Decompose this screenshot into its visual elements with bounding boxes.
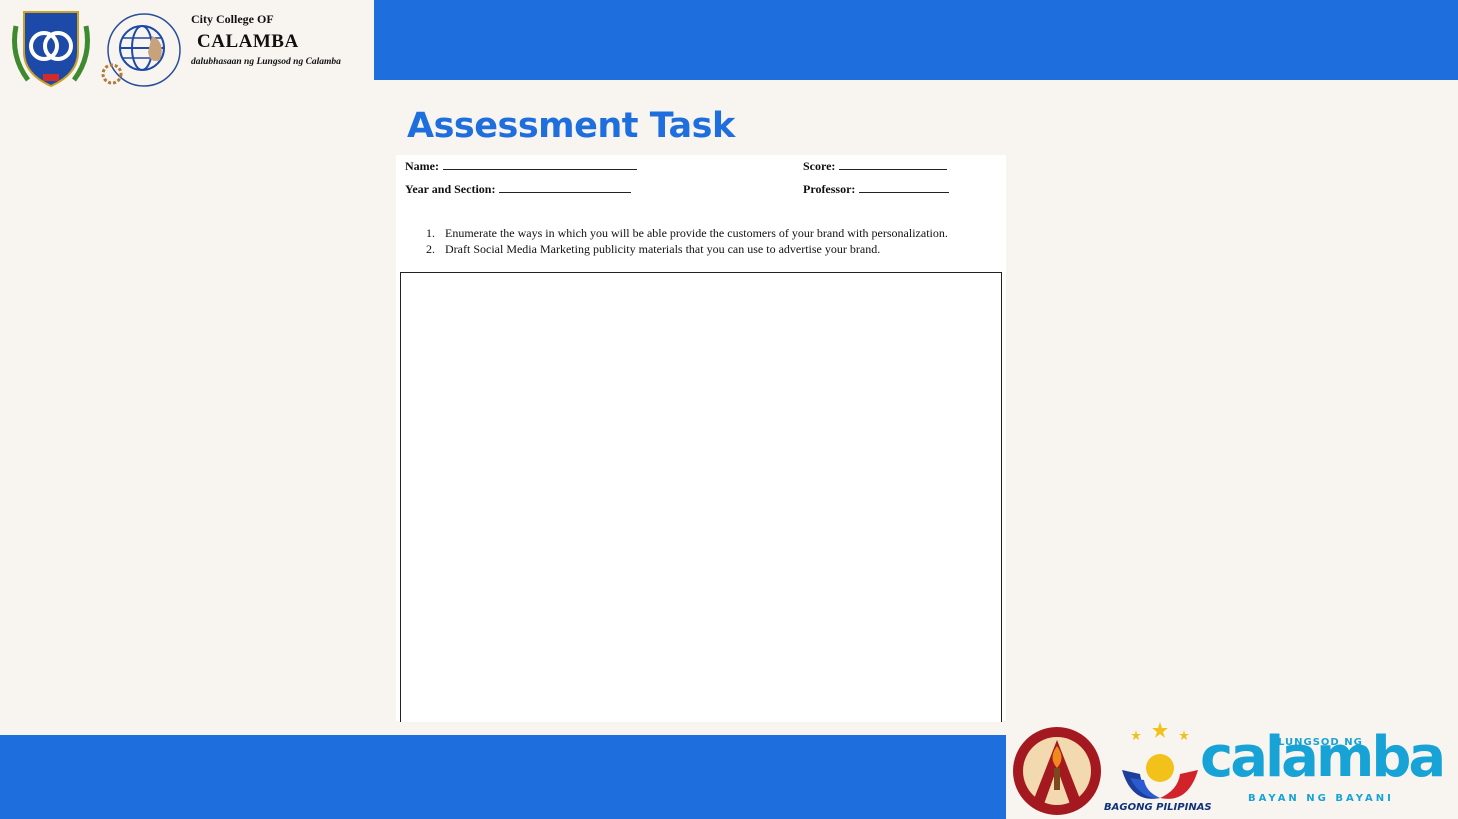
task-list: 1. Enumerate the ways in which you will b… <box>426 226 948 258</box>
bottom-banner-bar <box>0 735 1006 819</box>
professor-field: Professor: <box>803 182 950 197</box>
year-section-field: Year and Section: <box>405 182 632 197</box>
alcucoa-seal-logo <box>1013 727 1101 815</box>
name-blank-line <box>442 160 637 170</box>
college-tagline: dalubhasaan ng Lungsod ng Calamba <box>191 57 341 67</box>
task-number: 1. <box>426 226 435 240</box>
name-label: Name: <box>405 159 439 173</box>
task-text: Enumerate the ways in which you will be … <box>445 226 948 240</box>
bayan-ng-bayani-text: BAYAN NG BAYANI <box>1248 793 1394 804</box>
department-seal-logo <box>101 13 181 87</box>
calamba-wordmark: calamba <box>1200 725 1446 790</box>
name-field: Name: <box>405 159 637 174</box>
college-name-line2: CALAMBA <box>197 31 299 52</box>
task-item: 1. Enumerate the ways in which you will b… <box>426 226 948 241</box>
top-banner-bar <box>374 0 1458 80</box>
task-number: 2. <box>426 242 435 256</box>
college-name-line1: City College OF <box>191 12 274 26</box>
college-seal-logo <box>12 11 90 88</box>
task-item: 2. Draft Social Media Marketing publicity… <box>426 242 948 257</box>
slide-title: Assessment Task <box>407 106 735 146</box>
year-section-blank-line <box>499 183 632 193</box>
bagong-pilipinas-text: BAGONG PILIPINAS <box>1104 802 1212 813</box>
year-section-label: Year and Section: <box>405 182 496 196</box>
professor-blank-line <box>859 183 950 193</box>
score-field: Score: <box>803 159 948 174</box>
professor-label: Professor: <box>803 182 856 196</box>
task-text: Draft Social Media Marketing publicity m… <box>445 242 881 256</box>
footer-logos: BAGONG PILIPINAS LUNGSOD NG calamba BAYA… <box>1008 720 1458 819</box>
score-blank-line <box>839 160 948 170</box>
answer-box <box>400 272 1002 722</box>
college-header: City College OF CALAMBA dalubhasaan ng L… <box>0 0 374 92</box>
score-label: Score: <box>803 159 836 173</box>
assessment-document: Name: Score: Year and Section: Professor… <box>396 155 1006 722</box>
